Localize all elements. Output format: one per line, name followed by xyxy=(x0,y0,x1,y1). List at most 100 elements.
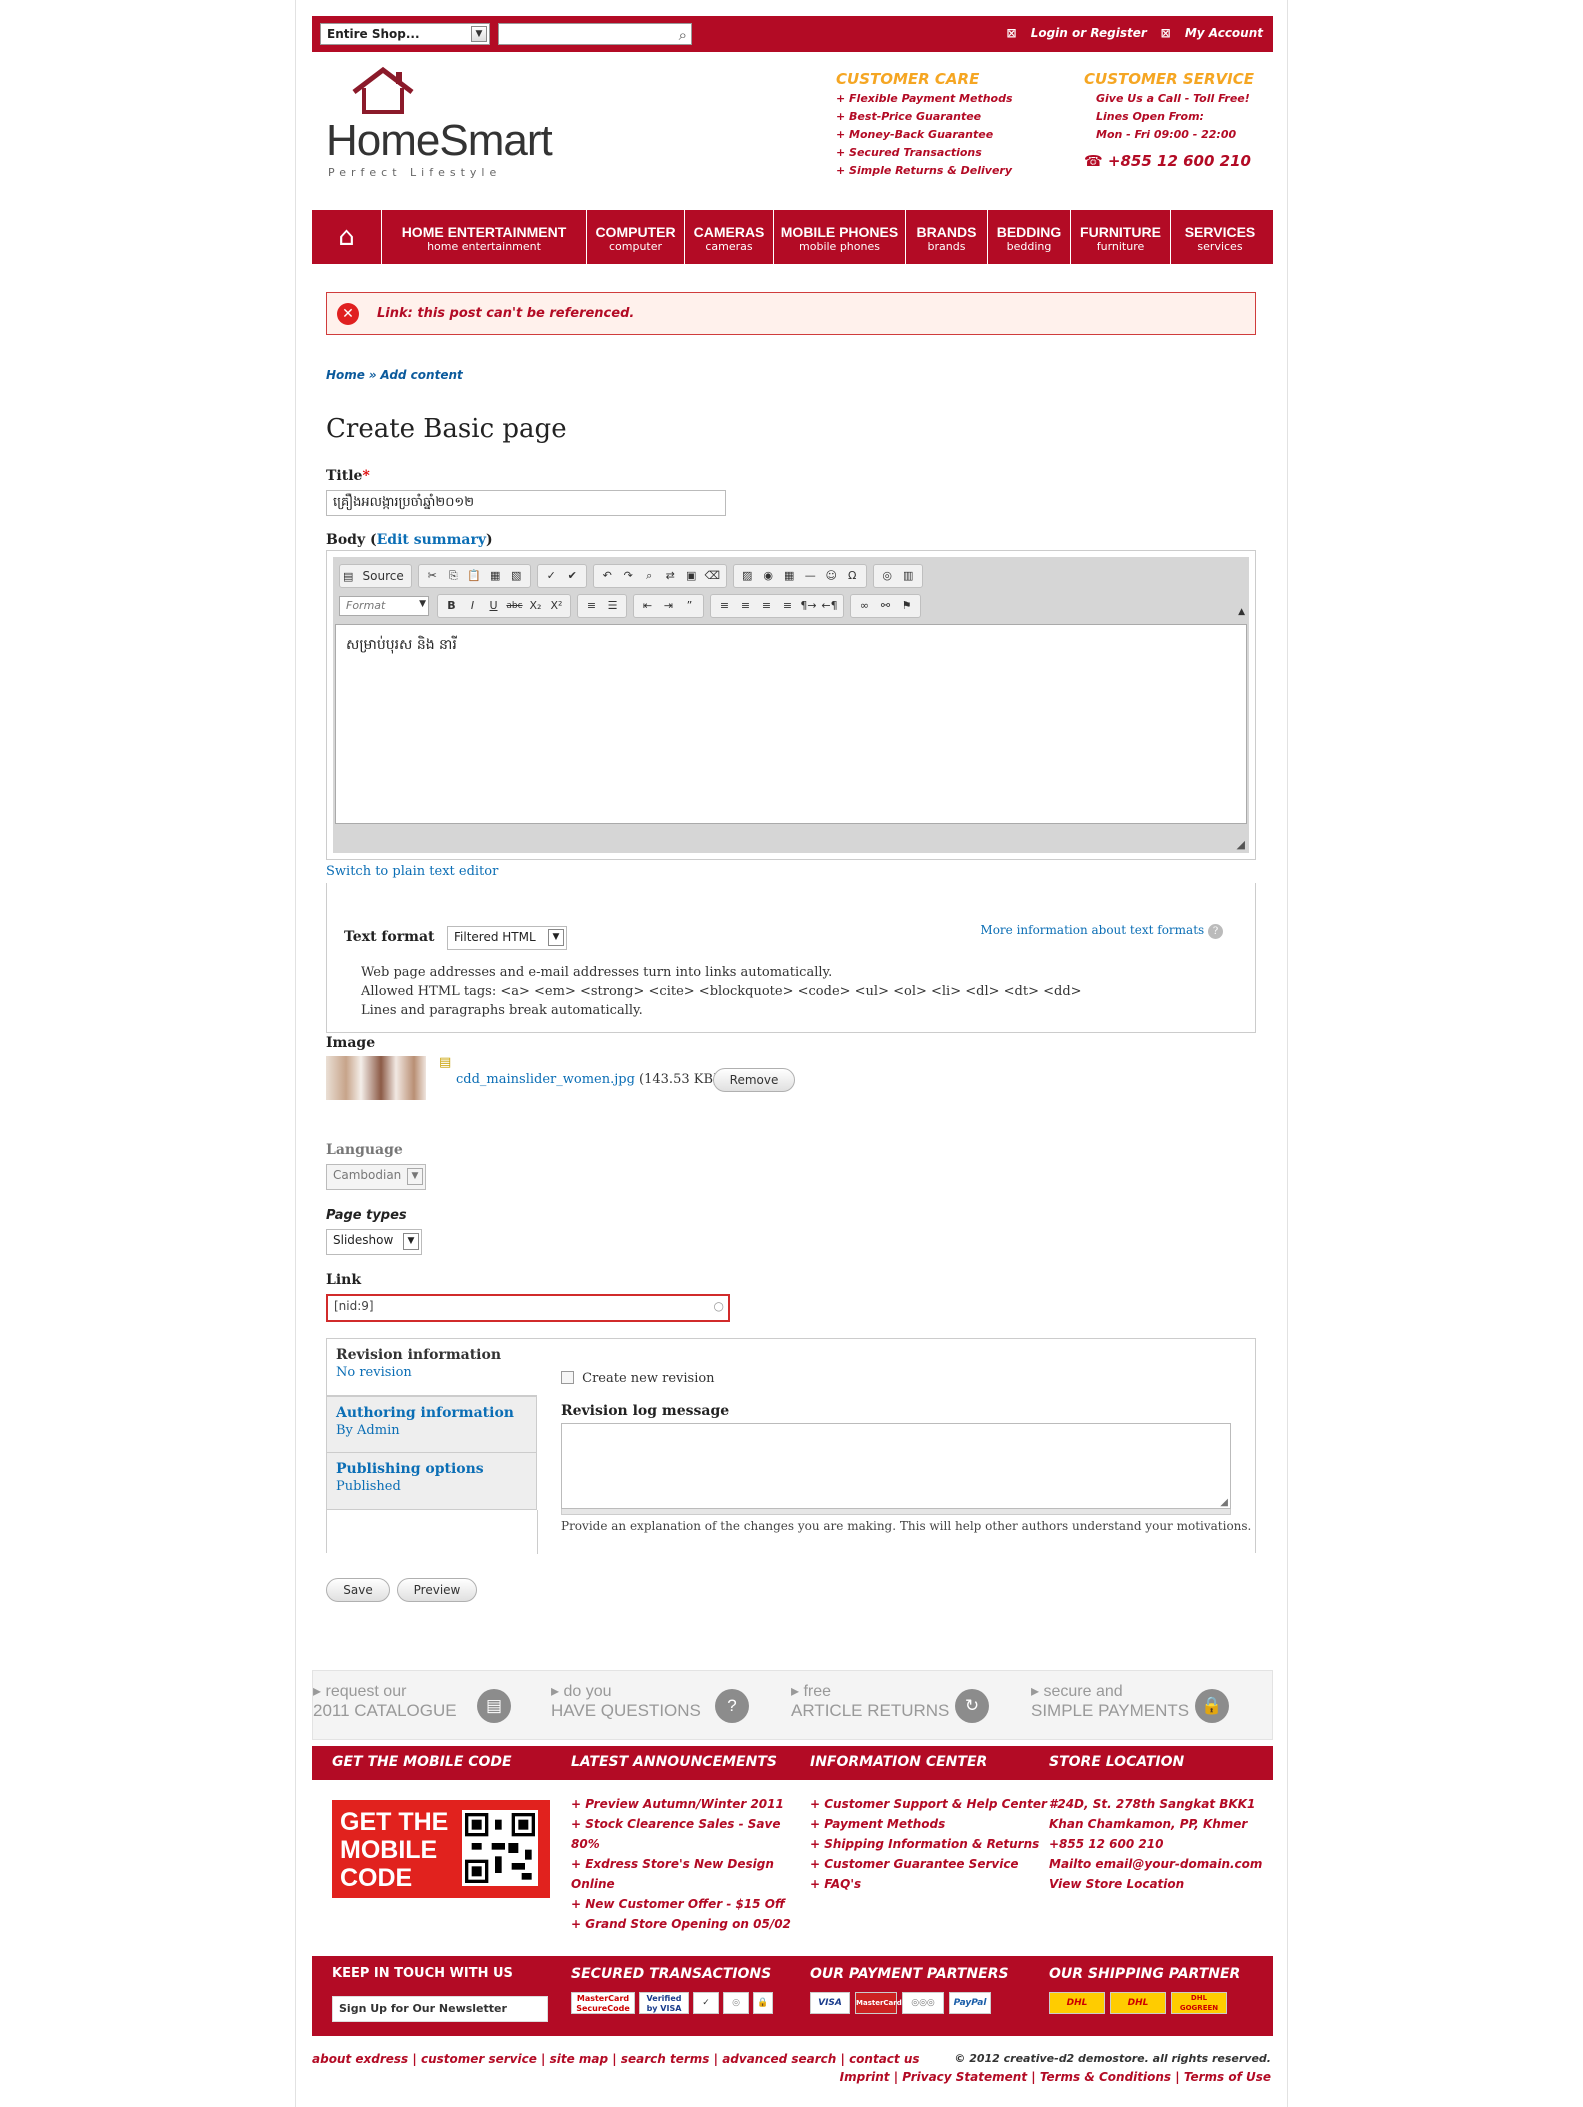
tab-publishing-options[interactable]: Publishing options Published xyxy=(327,1453,537,1510)
legal-link-imprint[interactable]: Imprint xyxy=(840,2070,890,2084)
feature-payments[interactable]: ▸ secure and SIMPLE PAYMENTS 🔒 xyxy=(1031,1681,1261,1723)
strike-icon[interactable]: abc xyxy=(504,597,525,615)
search-input[interactable]: ⌕ xyxy=(498,23,692,45)
text-format-select[interactable]: Filtered HTML ▼ xyxy=(447,926,567,950)
blockquote-icon[interactable]: ” xyxy=(679,597,700,615)
info-link[interactable]: + Customer Guarantee Service xyxy=(810,1854,1047,1874)
spellcheck-icon[interactable]: ✓ xyxy=(541,567,562,585)
resize-handle-icon[interactable]: ◢ xyxy=(1220,1497,1228,1508)
outdent-icon[interactable]: ⇤ xyxy=(637,597,658,615)
create-revision-checkbox[interactable] xyxy=(561,1371,574,1384)
align-center-icon[interactable]: ≡ xyxy=(735,597,756,615)
announcement-link[interactable]: + Preview Autumn/Winter 2011 xyxy=(571,1794,791,1814)
footer-link-site-map[interactable]: site map xyxy=(550,2052,609,2066)
legal-link-terms-conditions[interactable]: Terms & Conditions xyxy=(1040,2070,1171,2084)
maximize-icon[interactable]: ◎ xyxy=(877,567,898,585)
nav-item-mobile-phones[interactable]: MOBILE PHONES mobile phones xyxy=(774,210,906,264)
legal-link-privacy[interactable]: Privacy Statement xyxy=(902,2070,1027,2084)
nav-item-services[interactable]: SERVICES services xyxy=(1171,210,1269,264)
save-button[interactable]: Save xyxy=(326,1578,390,1602)
announcement-link[interactable]: 80% xyxy=(571,1834,791,1854)
indent-icon[interactable]: ⇥ xyxy=(658,597,679,615)
remove-button[interactable]: Remove xyxy=(713,1068,795,1092)
nav-item-cameras[interactable]: CAMERAS cameras xyxy=(685,210,774,264)
copy-icon[interactable]: ⎘ xyxy=(443,567,464,585)
footer-link-customer-service[interactable]: customer service xyxy=(421,2052,537,2066)
subscript-icon[interactable]: X₂ xyxy=(525,597,546,615)
resize-handle-icon[interactable]: ◢ xyxy=(1237,838,1245,851)
format-select[interactable]: Format ▼ xyxy=(339,596,429,616)
paste-text-icon[interactable]: ▦ xyxy=(485,567,506,585)
announcement-link[interactable]: + Exdress Store's New Design xyxy=(571,1854,791,1874)
image-icon[interactable]: ▨ xyxy=(737,567,758,585)
table-icon[interactable]: ▦ xyxy=(779,567,800,585)
paste-word-icon[interactable]: ▧ xyxy=(506,567,527,585)
editor-content-area[interactable]: សម្រាប់បុរស និង នារី xyxy=(335,624,1247,824)
info-link[interactable]: + Customer Support & Help Center xyxy=(810,1794,1047,1814)
search-icon[interactable]: ⌕ xyxy=(679,26,687,44)
smiley-icon[interactable]: ☺ xyxy=(821,567,842,585)
source-button[interactable]: Source xyxy=(359,569,408,583)
nav-item-bedding[interactable]: BEDDING bedding xyxy=(988,210,1071,264)
newsletter-input[interactable]: Sign Up for Our Newsletter xyxy=(332,1996,548,2022)
bulleted-list-icon[interactable]: ☰ xyxy=(602,597,623,615)
numbered-list-icon[interactable]: ≡ xyxy=(581,597,602,615)
footer-link-advanced-search[interactable]: advanced search xyxy=(722,2052,836,2066)
switch-plain-text-link[interactable]: Switch to plain text editor xyxy=(326,864,498,879)
footer-link-search-terms[interactable]: search terms xyxy=(621,2052,710,2066)
underline-icon[interactable]: U xyxy=(483,597,504,615)
horizontal-rule-icon[interactable]: — xyxy=(800,567,821,585)
remove-format-icon[interactable]: ⌫ xyxy=(702,567,723,585)
edit-summary-link[interactable]: Edit summary xyxy=(377,532,486,548)
announcement-link[interactable]: + Stock Clearence Sales - Save xyxy=(571,1814,791,1834)
align-right-icon[interactable]: ≡ xyxy=(756,597,777,615)
info-link[interactable]: + Payment Methods xyxy=(810,1814,1047,1834)
info-link[interactable]: + Shipping Information & Returns xyxy=(810,1834,1047,1854)
login-link[interactable]: ⊠ Login or Register xyxy=(1006,26,1146,40)
collapse-toolbar-icon[interactable]: ▲ xyxy=(1238,607,1245,617)
ltr-icon[interactable]: ¶→ xyxy=(798,597,819,615)
bold-icon[interactable]: B xyxy=(441,597,462,615)
preview-button[interactable]: Preview xyxy=(397,1578,477,1602)
link-input[interactable]: [nid:9] ○ xyxy=(326,1294,730,1322)
nav-item-home-entertainment[interactable]: HOME ENTERTAINMENT home entertainment xyxy=(382,210,587,264)
show-blocks-icon[interactable]: ▥ xyxy=(898,567,919,585)
feature-returns[interactable]: ▸ free ARTICLE RETURNS ↻ xyxy=(791,1681,1021,1723)
my-account-link[interactable]: ⊠ My Account xyxy=(1161,26,1263,40)
image-file-link[interactable]: cdd_mainslider_women.jpg xyxy=(456,1072,635,1087)
announcement-link[interactable]: + Grand Store Opening on 05/02 xyxy=(571,1914,791,1934)
undo-icon[interactable]: ↶ xyxy=(597,567,618,585)
revision-log-textarea[interactable]: ◢ xyxy=(561,1423,1231,1509)
breadcrumb-home[interactable]: Home xyxy=(326,368,365,382)
info-link[interactable]: + FAQ's xyxy=(810,1874,1047,1894)
nav-item-computer[interactable]: COMPUTER computer xyxy=(587,210,685,264)
flash-icon[interactable]: ◉ xyxy=(758,567,779,585)
tab-revision-information[interactable]: Revision information No revision xyxy=(327,1339,537,1396)
feature-catalogue[interactable]: ▸ request our 2011 CATALOGUE ▤ xyxy=(313,1681,543,1723)
unlink-icon[interactable]: ⚯ xyxy=(875,597,896,615)
mobile-code-banner[interactable]: GET THE MOBILE CODE xyxy=(332,1800,550,1898)
justify-icon[interactable]: ≡ xyxy=(777,597,798,615)
replace-icon[interactable]: ⇄ xyxy=(660,567,681,585)
feature-questions[interactable]: ▸ do you HAVE QUESTIONS ? xyxy=(551,1681,781,1723)
more-info-text-formats-link[interactable]: More information about text formats ? xyxy=(980,923,1223,939)
cut-icon[interactable]: ✂ xyxy=(422,567,443,585)
title-input[interactable]: គ្រឿងអលង្ការប្រចាំឆ្នាំ២០១២ xyxy=(326,490,726,516)
special-char-icon[interactable]: Ω xyxy=(842,567,863,585)
nav-item-brands[interactable]: BRANDS brands xyxy=(906,210,988,264)
page-types-select[interactable]: Slideshow ▼ xyxy=(326,1229,422,1255)
textarea-grippie[interactable] xyxy=(561,1509,1231,1515)
breadcrumb-add-content[interactable]: Add content xyxy=(380,368,462,382)
spellcheck-as-you-type-icon[interactable]: ✔ xyxy=(562,567,583,585)
superscript-icon[interactable]: X² xyxy=(546,597,567,615)
shop-scope-select[interactable]: Entire Shop... ▼ xyxy=(320,23,490,45)
align-left-icon[interactable]: ≡ xyxy=(714,597,735,615)
nav-item-furniture[interactable]: FURNITURE furniture xyxy=(1071,210,1171,264)
link-icon[interactable]: ∞ xyxy=(854,597,875,615)
anchor-icon[interactable]: ⚑ xyxy=(896,597,917,615)
find-icon[interactable]: ⌕ xyxy=(639,567,660,585)
nav-home[interactable]: ⌂ xyxy=(312,210,382,264)
chevron-down-icon[interactable]: ▼ xyxy=(471,26,487,42)
paste-icon[interactable]: 📋 xyxy=(464,567,485,585)
store-email-link[interactable]: Mailto email@your-domain.com xyxy=(1049,1854,1262,1874)
